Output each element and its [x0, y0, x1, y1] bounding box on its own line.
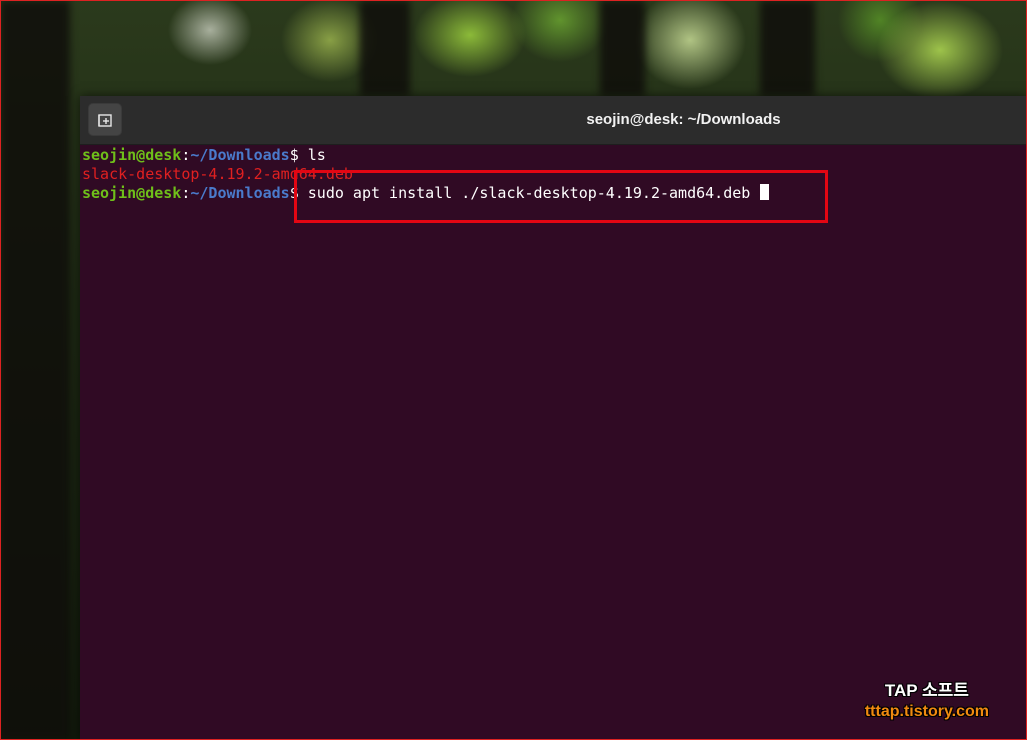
terminal-line: seojin@desk:~/Downloads$ ls [82, 146, 1027, 165]
prompt-user: seojin@desk [82, 184, 182, 202]
prompt-user: seojin@desk [82, 146, 182, 164]
title-bar[interactable]: seojin@desk: ~/Downloads [80, 96, 1027, 145]
tree-trunk [0, 0, 70, 740]
annotation-highlight-box [294, 170, 828, 223]
prompt-path: ~/Downloads [190, 184, 290, 202]
watermark-brand: TAP 소프트 [884, 681, 969, 700]
tree-trunk [600, 0, 645, 96]
terminal-output[interactable]: seojin@desk:~/Downloads$ ls slack-deskto… [82, 146, 1027, 740]
watermark-url: tttap.tistory.com [864, 703, 989, 720]
tree-trunk [360, 0, 410, 96]
window-title: seojin@desk: ~/Downloads [586, 111, 781, 128]
tree-trunk [760, 0, 815, 96]
prompt-path: ~/Downloads [190, 146, 290, 164]
prompt-symbol: $ [289, 146, 308, 164]
watermark: TAP 소프트 tttap.tistory.com [865, 676, 989, 721]
command-text: ls [307, 146, 326, 164]
